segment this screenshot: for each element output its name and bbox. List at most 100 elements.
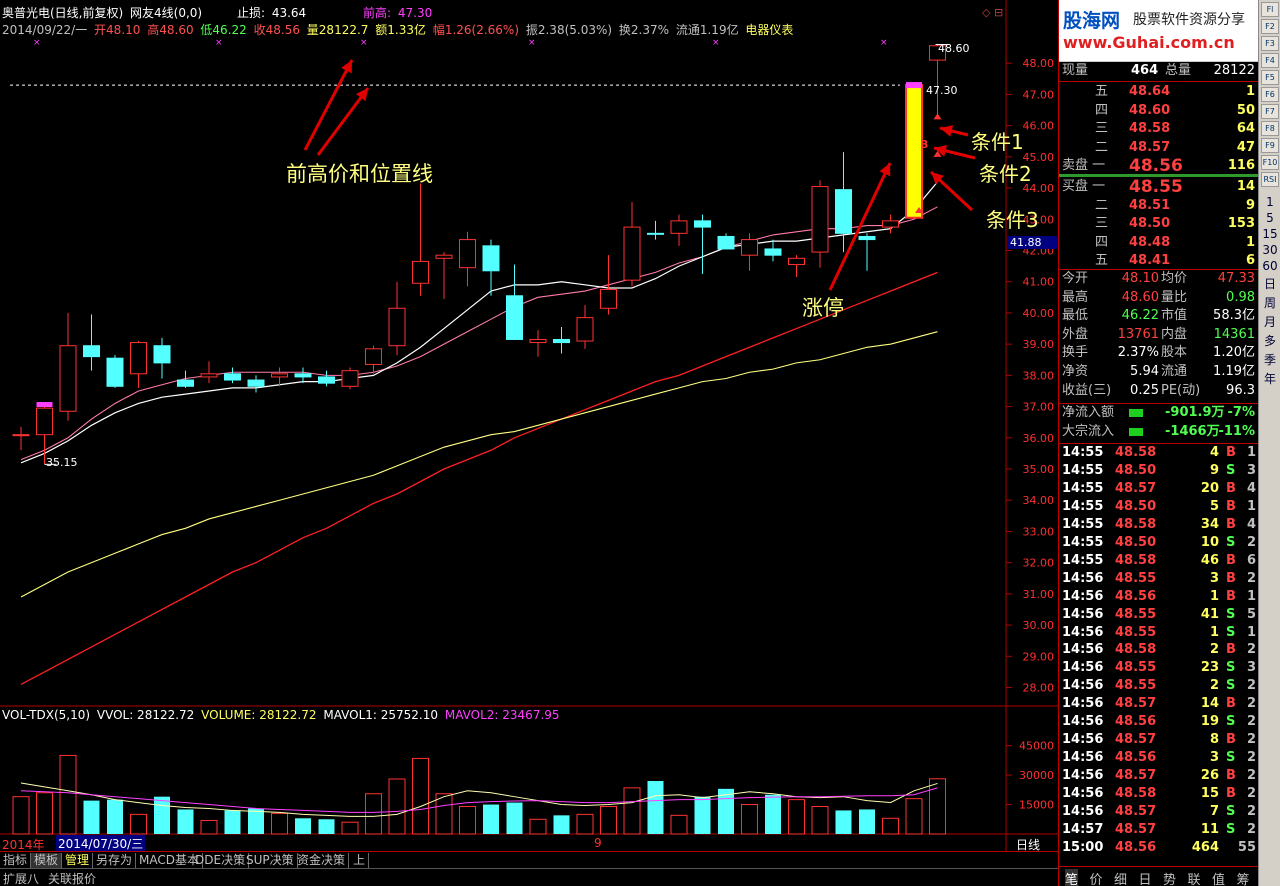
tick-volume: 41 [1200,606,1219,622]
tick-price: 48.58 [1115,552,1157,568]
tool-button[interactable]: 多 [1261,332,1279,349]
tool-button[interactable]: 1 [1261,195,1279,209]
tool-button[interactable]: F8 [1261,121,1279,136]
stat-value: 96.3 [1226,382,1255,398]
quote-tab[interactable]: 联 [1188,869,1201,886]
kline-chart-svg[interactable]: 48.0047.0046.0045.0044.0043.0042.0041.00… [0,0,1058,851]
tick-time: 14:56 [1062,804,1104,819]
tool-button[interactable]: 周 [1261,294,1279,311]
quote-panel: 股海网 股票软件资源分享 www.Guhai.com.cn 现量 464 总量 281… [1058,0,1280,886]
tick-row: 14:55 48.58 46 B 6 [1059,552,1259,570]
tool-button[interactable]: F9 [1261,138,1279,153]
quote-tab[interactable]: 值 [1212,869,1225,886]
volume-bar-down [318,819,335,834]
status-extension[interactable]: 扩展八 [3,870,39,886]
status-related-quote[interactable]: 关联报价 [48,870,96,886]
ask-price: 48.58 [1129,121,1171,136]
candle-body-down [553,338,570,344]
quote-tab[interactable]: 势 [1163,869,1176,886]
annotation-arrow-prev-high-b [316,87,370,156]
tick-row: 14:56 48.57 14 B 2 [1059,695,1259,713]
volume-bar-down [765,794,781,834]
quote-tab[interactable]: 细 [1114,869,1127,886]
cross-marker: × [33,38,41,48]
tab-manage[interactable]: 管理 [62,853,94,868]
cross-marker: × [712,38,720,48]
tool-button[interactable]: F10 [1261,155,1279,170]
tool-button[interactable]: F4 [1261,53,1279,68]
tick-count: 2 [1246,804,1256,819]
quote-tab[interactable]: 笔 [1065,869,1079,886]
cross-marker: × [528,38,536,48]
candle-body-down [83,345,100,358]
volume-bar-down [248,808,264,834]
tick-price: 48.55 [1115,624,1157,640]
tick-price: 48.55 [1115,606,1157,622]
tool-button[interactable]: 30 [1261,243,1279,257]
tool-button[interactable]: F7 [1261,104,1279,119]
y-tick-label: 34.00 [1023,494,1055,507]
tick-price: 48.57 [1115,821,1157,837]
tick-count: 2 [1246,821,1256,837]
tab-fund[interactable]: 资金决策 [294,853,350,868]
volume-bar-up [811,806,829,835]
tool-button[interactable]: Fl [1261,2,1279,17]
volume-bar-up [341,821,359,835]
tool-button[interactable]: F6 [1261,87,1279,102]
tick-price: 48.56 [1115,839,1157,855]
stat-label: 内盘 [1161,326,1188,342]
bid-level-label: 买盘 一 [1062,179,1106,194]
tool-button[interactable]: 5 [1261,211,1279,225]
tab-save-as[interactable]: 另存为 [93,853,137,868]
tool-button[interactable]: 60 [1261,259,1279,273]
tick-volume: 9 [1209,462,1219,478]
candle-body-down [106,357,124,387]
tab-sup[interactable]: SUP决策 [243,853,298,868]
kline-chart-area[interactable]: 48.00 47.00 46.00 45.00 44.00 43.00 42.00 41.00… [0,0,1058,886]
tab-template[interactable]: 模板 [31,853,63,868]
bid-volume: 9 [1245,197,1255,213]
window-corner-icons[interactable]: ◇ ⊟ [982,6,1003,19]
tick-count: 2 [1246,570,1256,586]
flow-bar [1129,409,1143,417]
tool-button[interactable]: F5 [1261,70,1279,85]
candle-body-down [482,245,500,272]
bid-row: 三 48.50 153 [1059,215,1259,233]
quote-tab[interactable]: 筹 [1237,869,1250,886]
tool-button[interactable]: 15 [1261,227,1279,241]
tool-button[interactable]: 年 [1261,370,1279,387]
stat-label: 最高 [1062,289,1089,305]
tick-row: 14:56 48.56 1 B 1 [1059,588,1259,606]
tick-row: 14:56 48.55 3 B 2 [1059,570,1259,588]
candle-body-down [318,376,335,384]
tick-row: 14:55 48.50 5 B 1 [1059,498,1259,516]
tick-price: 48.57 [1115,732,1157,748]
tab-more[interactable]: 上 [350,853,370,868]
total-volume-label: 总量 [1165,63,1192,78]
tick-count: 2 [1246,732,1256,748]
quote-tab[interactable]: 价 [1090,869,1103,886]
candle-body-down [647,232,664,235]
candle-body-up [388,307,406,347]
tool-button[interactable]: RSI [1261,172,1279,187]
tool-button[interactable]: 日 [1261,275,1279,292]
stat-row: 换手 2.37% 股本 1.20亿 [1059,344,1259,362]
crosshair-price-label: 41.88 [1007,236,1057,249]
cross-marker: × [215,38,223,48]
tick-side: B [1226,552,1236,568]
tool-button[interactable]: F2 [1261,19,1279,34]
tool-button[interactable]: F3 [1261,36,1279,51]
candle-body-up [341,370,359,387]
volume-bar-down [224,810,241,834]
tick-price: 48.56 [1115,714,1157,730]
x-axis-date: 2014/07/30/三 [56,835,146,852]
tool-button[interactable]: 月 [1261,313,1279,330]
tab-dde[interactable]: DDE决策 [192,853,250,868]
quote-tab[interactable]: 日 [1139,869,1152,886]
ohlc-info-bar: 2014/09/22/一 开48.10 高48.60 低46.22 收48.56… [2,21,796,38]
tick-volume: 2 [1209,678,1219,694]
tab-indicator[interactable]: 指标 [0,853,32,868]
volume-bar-down [835,810,852,834]
ask-row: 三 48.58 64 [1059,120,1259,138]
tool-button[interactable]: 季 [1261,351,1279,368]
